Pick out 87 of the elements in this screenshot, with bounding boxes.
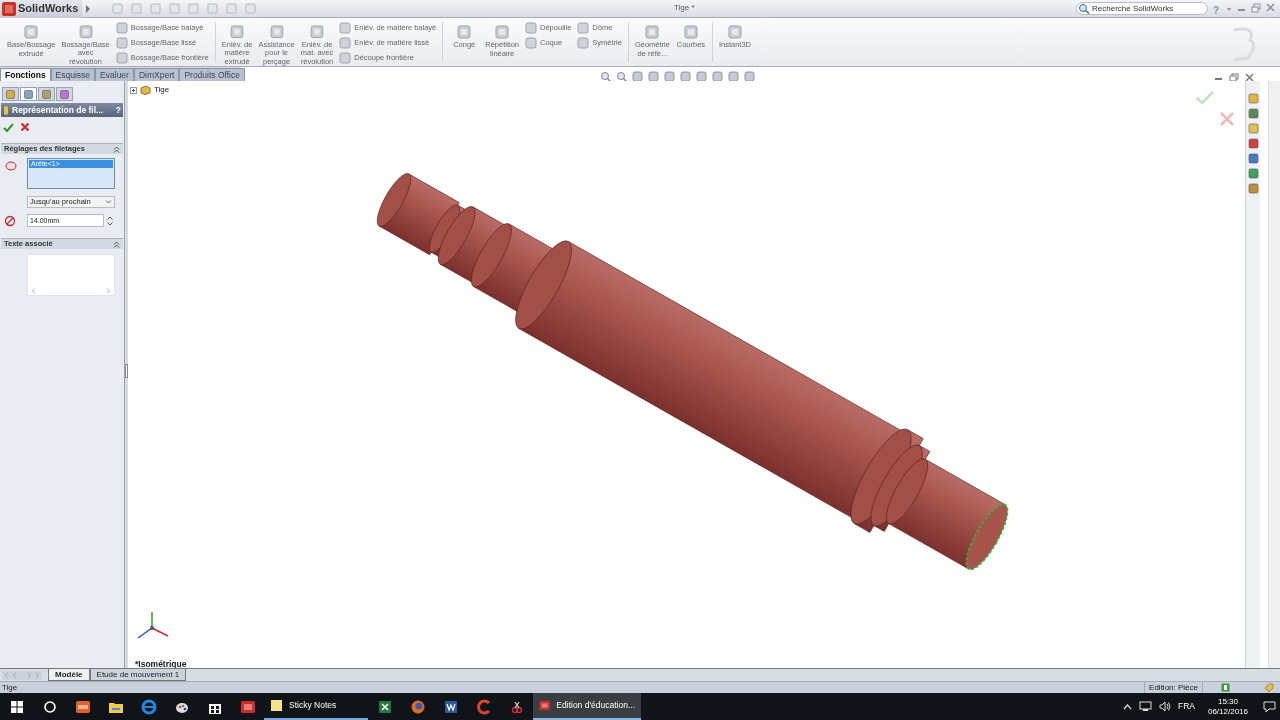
clock[interactable]: 15:30 06/12/2016 xyxy=(1207,696,1248,717)
sw-logo-icon xyxy=(2,1,16,16)
cancel-x-icon[interactable] xyxy=(20,122,30,132)
feature-icon xyxy=(682,24,699,40)
cleaner-icon[interactable] xyxy=(475,698,492,715)
close-icon[interactable] xyxy=(1245,73,1254,82)
thread-icon xyxy=(3,104,9,116)
collapse-chevron-icon xyxy=(113,145,120,153)
feature-icon xyxy=(115,22,128,34)
spinner-arrows-icon[interactable] xyxy=(106,214,114,227)
restore-icon[interactable] xyxy=(1251,3,1261,13)
tree-item[interactable]: Tige xyxy=(154,84,170,96)
language-indicator[interactable]: FRA xyxy=(1177,700,1195,713)
feature-icon xyxy=(577,37,590,49)
feature-icon xyxy=(309,24,325,40)
splitter-handle[interactable] xyxy=(125,364,128,378)
feature-icon xyxy=(494,24,511,40)
notifications-icon[interactable] xyxy=(1263,700,1276,713)
feature-tree-icon xyxy=(5,88,16,100)
document-tab[interactable]: Modèle xyxy=(48,669,90,681)
zoom-fit-icon[interactable] xyxy=(600,71,611,82)
command-tab[interactable]: Esquisse xyxy=(50,68,96,81)
sw-app-icon xyxy=(539,699,551,712)
ok-check-icon[interactable] xyxy=(3,121,14,133)
panel-tab[interactable] xyxy=(38,87,55,101)
edge-selection-icon xyxy=(4,160,18,172)
help-book-icon[interactable] xyxy=(1221,683,1230,692)
diameter-icon xyxy=(4,214,16,227)
taskbar-button[interactable]: Sticky Notes xyxy=(264,693,368,720)
panel-tab[interactable] xyxy=(56,87,73,101)
feature-icon xyxy=(644,24,661,40)
tray-chevron-icon[interactable] xyxy=(1122,703,1132,710)
sw-app-icon[interactable] xyxy=(239,698,256,715)
document-title: Tige * xyxy=(674,2,695,14)
target-icon xyxy=(59,88,70,100)
zoom-area-icon[interactable] xyxy=(616,71,627,82)
search-icon xyxy=(1078,3,1090,14)
scroll-bar[interactable] xyxy=(1268,81,1280,668)
property-icon xyxy=(23,88,34,100)
document-tab[interactable]: Etude de mouvement 1 xyxy=(89,669,187,681)
search-field[interactable]: Recherche SolidWorks xyxy=(1076,2,1208,15)
taskbar-button[interactable]: Edition d'éducation... xyxy=(533,693,641,720)
feature-icon xyxy=(339,37,352,49)
command-tab[interactable]: Fonctions xyxy=(0,68,51,81)
feature-icon xyxy=(525,37,538,49)
close-icon[interactable] xyxy=(1266,3,1275,13)
view-orientation-label: *Isométrique xyxy=(135,658,187,668)
status-text: Tige xyxy=(1,681,19,694)
feature-icon xyxy=(229,24,246,40)
panel-title: Représentation de fil... xyxy=(12,103,105,117)
windows-start-icon[interactable] xyxy=(8,698,25,715)
browser-e-icon[interactable] xyxy=(140,698,157,715)
expand-arrow-icon[interactable] xyxy=(84,2,93,15)
network-icon[interactable] xyxy=(1138,701,1152,712)
configuration-icon xyxy=(41,88,52,100)
confirm-check-icon[interactable] xyxy=(1196,91,1214,105)
tab-scroll-arrows-icon[interactable] xyxy=(2,670,42,681)
chevron-down-icon xyxy=(105,199,112,205)
panel-tab[interactable] xyxy=(2,87,19,101)
command-tab[interactable]: DimXpert xyxy=(133,68,180,81)
feature-icon xyxy=(525,22,538,34)
command-tab[interactable]: Produits Office xyxy=(179,68,245,81)
expand-plus-icon[interactable] xyxy=(130,86,137,94)
sticky-note-icon xyxy=(270,699,283,712)
feature-icon xyxy=(339,52,352,64)
feature-icon xyxy=(115,37,128,49)
word-processor-icon[interactable] xyxy=(442,698,459,715)
app-name: SolidWorks xyxy=(18,1,79,17)
spreadsheet-icon[interactable] xyxy=(376,698,393,715)
search-circle-icon[interactable] xyxy=(41,698,58,715)
collapse-chevron-icon xyxy=(113,240,120,248)
panel-tab[interactable] xyxy=(20,87,37,101)
feature-icon xyxy=(268,24,285,40)
feature-icon xyxy=(339,22,352,34)
volume-icon[interactable] xyxy=(1158,701,1171,712)
app-tile-icon[interactable] xyxy=(74,698,91,715)
feature-icon xyxy=(77,24,94,40)
feature-icon xyxy=(115,52,128,64)
help-button[interactable]: ? xyxy=(115,103,121,117)
feature-icon xyxy=(726,24,743,40)
browser-fox-icon[interactable] xyxy=(409,698,426,715)
feature-icon xyxy=(577,22,590,34)
feature-icon xyxy=(456,24,473,40)
part-icon xyxy=(140,85,151,95)
feature-icon xyxy=(23,24,40,40)
command-tab[interactable]: Evaluer xyxy=(95,68,134,81)
restore-icon[interactable] xyxy=(1229,73,1239,82)
